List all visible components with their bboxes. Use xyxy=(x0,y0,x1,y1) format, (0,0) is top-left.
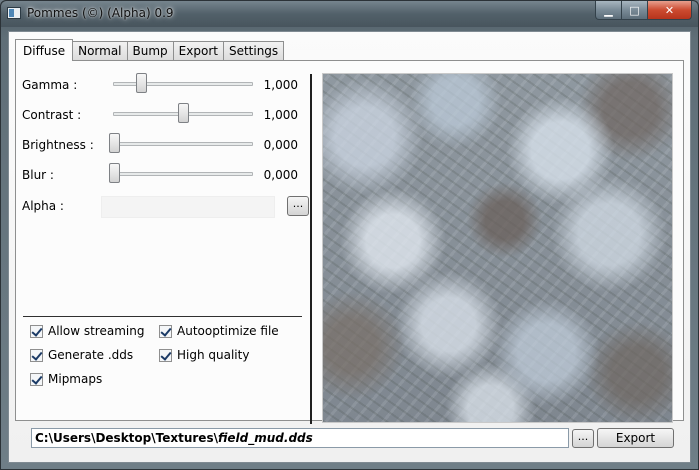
high-quality-checkbox[interactable] xyxy=(159,348,172,362)
app-window: Pommes (©) (Alpha) 0.9 ▁ □ ✕ Diffuse Nor… xyxy=(0,0,699,470)
gamma-slider-track[interactable] xyxy=(113,82,253,86)
preview-separator xyxy=(310,74,312,424)
alpha-label: Alpha : xyxy=(22,199,64,213)
high-quality-label: High quality xyxy=(177,348,250,362)
allow-streaming-checkbox[interactable] xyxy=(30,324,43,338)
high-quality-option[interactable]: High quality xyxy=(159,348,249,362)
close-icon: ✕ xyxy=(664,3,675,17)
tab-strip: Diffuse Normal Bump Export Settings xyxy=(15,39,285,61)
mipmaps-label: Mipmaps xyxy=(48,372,103,386)
alpha-file-field[interactable] xyxy=(101,196,275,218)
tab-normal[interactable]: Normal xyxy=(73,41,128,61)
window-title: Pommes (©) (Alpha) 0.9 xyxy=(27,6,174,20)
blur-value: 0,000 xyxy=(263,168,298,182)
autooptimize-option[interactable]: Autooptimize file xyxy=(159,324,279,338)
close-button[interactable]: ✕ xyxy=(648,1,692,20)
tab-diffuse[interactable]: Diffuse xyxy=(15,39,74,61)
gamma-slider-thumb[interactable] xyxy=(136,73,147,93)
blur-slider-thumb[interactable] xyxy=(109,163,120,183)
mipmaps-checkbox[interactable] xyxy=(30,372,43,386)
title-bar[interactable]: Pommes (©) (Alpha) 0.9 ▁ □ ✕ xyxy=(1,1,698,27)
generate-dds-option[interactable]: Generate .dds xyxy=(30,348,133,362)
allow-streaming-option[interactable]: Allow streaming xyxy=(30,324,144,338)
tab-settings[interactable]: Settings xyxy=(223,41,285,61)
mipmaps-option[interactable]: Mipmaps xyxy=(30,372,102,386)
contrast-label: Contrast : xyxy=(22,108,82,122)
alpha-browse-button[interactable]: ... xyxy=(287,196,309,216)
allow-streaming-label: Allow streaming xyxy=(48,324,145,338)
texture-preview-image xyxy=(322,73,673,423)
brightness-label: Brightness : xyxy=(22,138,94,152)
tab-bump[interactable]: Bump xyxy=(127,41,174,61)
blur-slider-track[interactable] xyxy=(113,172,253,176)
contrast-value: 1,000 xyxy=(263,108,298,122)
client-area: Diffuse Normal Bump Export Settings Gamm… xyxy=(8,31,691,463)
file-path-filename: field_mud.dds xyxy=(217,431,313,445)
brightness-slider-track[interactable] xyxy=(113,142,253,146)
app-icon[interactable] xyxy=(7,7,21,19)
autooptimize-label: Autooptimize file xyxy=(177,324,279,338)
minimize-button[interactable]: ▁ xyxy=(595,1,622,20)
blur-label: Blur : xyxy=(22,168,54,182)
maximize-button[interactable]: □ xyxy=(622,1,648,20)
export-button[interactable]: Export xyxy=(597,428,674,448)
generate-dds-label: Generate .dds xyxy=(48,348,134,362)
brightness-value: 0,000 xyxy=(263,138,298,152)
caption-buttons: ▁ □ ✕ xyxy=(595,1,692,20)
autooptimize-checkbox[interactable] xyxy=(159,324,172,338)
gamma-label: Gamma : xyxy=(22,78,78,92)
path-browse-button[interactable]: ... xyxy=(572,429,594,448)
contrast-slider-thumb[interactable] xyxy=(178,103,189,123)
file-path-input[interactable]: C:\Users\Desktop\Textures\field_mud.dds xyxy=(31,428,569,448)
gamma-value: 1,000 xyxy=(263,78,298,92)
tab-export[interactable]: Export xyxy=(173,41,224,61)
maximize-icon: □ xyxy=(629,3,640,17)
options-separator xyxy=(23,316,302,317)
minimize-icon: ▁ xyxy=(604,3,613,17)
brightness-slider-thumb[interactable] xyxy=(109,133,120,153)
generate-dds-checkbox[interactable] xyxy=(30,348,43,362)
file-path-folder: C:\Users\Desktop\Textures\ xyxy=(35,431,218,445)
